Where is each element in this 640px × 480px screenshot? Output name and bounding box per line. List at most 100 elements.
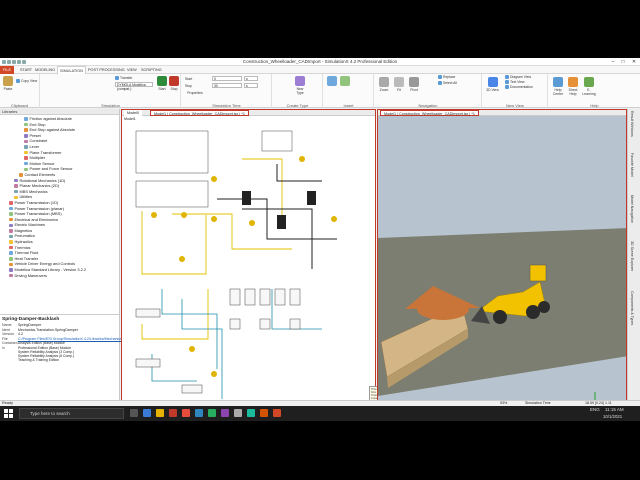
- mbs-block: [135, 180, 209, 208]
- pivot-button[interactable]: Pivot: [408, 77, 420, 92]
- minimize-button[interactable]: –: [608, 58, 618, 66]
- paste-icon: [3, 76, 13, 86]
- tab-post-processing[interactable]: POST PROCESSING: [86, 66, 127, 74]
- copy-view-button[interactable]: Copy View: [16, 79, 37, 84]
- app-icon[interactable]: [208, 409, 216, 417]
- help-center-button[interactable]: Help Center: [551, 77, 565, 96]
- start-unit-select[interactable]: s: [244, 76, 258, 81]
- hydraulic-lines: [151, 289, 322, 399]
- valve-blocks: [135, 288, 301, 394]
- start-time-label: Start: [185, 77, 193, 81]
- title-bar: Construction_Wheelloader_CADImport - Sim…: [0, 58, 640, 66]
- properties-button[interactable]: Properties: [186, 91, 204, 95]
- 3d-view-button[interactable]: 3D View: [486, 77, 499, 92]
- right-side-panels: Result Windows Favorite Model Model Navi…: [627, 109, 640, 413]
- direct-help-button[interactable]: Direct Help: [566, 77, 580, 96]
- tab-result-windows[interactable]: Result Windows: [630, 111, 634, 137]
- file-explorer-icon[interactable]: [156, 409, 164, 417]
- diagram-icon: [505, 75, 509, 80]
- diagram-view-button[interactable]: Diagram View: [505, 75, 531, 80]
- doc-tab-model0[interactable]: Model0: [124, 110, 143, 116]
- start-button[interactable]: Start: [156, 76, 168, 91]
- library-item-icon: [9, 201, 13, 205]
- library-item-icon: [14, 184, 18, 188]
- close-button[interactable]: ✕: [629, 58, 639, 66]
- insert-group: Insert: [324, 74, 374, 108]
- ribbon: Paste Copy View Clipboard Transfer DYMOL…: [0, 74, 640, 108]
- tab-scripting[interactable]: SCRIPTING: [139, 66, 164, 74]
- help-icon: [553, 77, 563, 87]
- tab-view[interactable]: VIEW: [125, 66, 139, 74]
- select-all-button[interactable]: Select All: [438, 81, 457, 86]
- transfer-button[interactable]: Transfer: [115, 76, 133, 81]
- text-view-button[interactable]: Text View: [505, 80, 524, 85]
- library-item-icon: [9, 268, 13, 272]
- tab-3d-scene-explorer[interactable]: 3D Scene Explorer: [630, 241, 634, 271]
- start-time-input[interactable]: 0: [212, 76, 242, 81]
- documentation-button[interactable]: Documentation: [505, 85, 533, 90]
- app-icon[interactable]: [234, 409, 242, 417]
- insert-button-2[interactable]: [340, 76, 350, 87]
- direct-help-icon: [568, 77, 578, 87]
- app-icon[interactable]: [195, 409, 203, 417]
- library-item-icon: [9, 262, 13, 267]
- stop-unit-select[interactable]: s: [244, 83, 258, 88]
- paste-button[interactable]: Paste: [2, 76, 14, 91]
- replace-button[interactable]: Replace: [438, 75, 455, 80]
- zoom-button[interactable]: Zoom: [378, 77, 390, 92]
- elearning-button[interactable]: E-Learning: [581, 77, 597, 96]
- sensor-circles: [151, 156, 337, 377]
- taskbar-search-input[interactable]: Type here to search: [19, 408, 124, 419]
- new-type-button[interactable]: New Type: [293, 76, 307, 95]
- library-item-icon: [9, 212, 13, 216]
- tab-simulation[interactable]: SIMULATION: [57, 66, 86, 74]
- fit-icon: [394, 77, 404, 87]
- windows-start-icon[interactable]: [4, 409, 13, 418]
- library-item-icon: [9, 257, 13, 261]
- 3d-scene: [378, 116, 626, 412]
- tab-components-types[interactable]: Components & Types: [630, 291, 634, 325]
- library-tree-item[interactable]: Driving Maneuvers: [0, 273, 119, 279]
- library-item-icon: [9, 229, 13, 233]
- tab-start[interactable]: START: [18, 66, 34, 74]
- library-item-icon: [9, 206, 13, 211]
- format-select[interactable]: DYMOLA Modelica (compat.): [115, 82, 153, 91]
- library-item-icon: [24, 117, 28, 121]
- 3d-view[interactable]: Model1 | Construction_Wheelloader_CADImp…: [377, 109, 627, 413]
- maximize-button[interactable]: □: [618, 58, 628, 66]
- tab-file[interactable]: FILE: [0, 66, 14, 74]
- tab-modeling[interactable]: MODELING: [33, 66, 57, 74]
- play-icon: [157, 76, 167, 86]
- app-icon[interactable]: [169, 409, 177, 417]
- navigation-group: Replace Select All Zoom Fit Pivot Naviga…: [375, 74, 482, 108]
- simulationx-taskbar-icon[interactable]: [273, 409, 281, 417]
- library-item-icon: [24, 139, 28, 144]
- stop-button[interactable]: Stop: [168, 76, 180, 91]
- doc-tab-model1[interactable]: Model1 | Construction_Wheelloader_CADImp…: [150, 110, 249, 116]
- new-type-icon: [295, 76, 305, 86]
- window-title: Construction_Wheelloader_CADImport - Sim…: [242, 59, 398, 64]
- tab-model-navigation[interactable]: Model Navigation: [630, 195, 634, 223]
- stop-time-input[interactable]: 30: [212, 83, 242, 88]
- help-group: Help Center Direct Help E-Learning Help: [549, 74, 640, 108]
- app-icon[interactable]: [221, 409, 229, 417]
- insert-button-1[interactable]: [327, 76, 337, 87]
- library-item-icon: [24, 156, 28, 160]
- task-view-icon[interactable]: [130, 409, 138, 417]
- zoom-icon: [379, 77, 389, 87]
- simulation-time-group: Start 0 s Stop 30 s Properties Simulatio…: [182, 74, 272, 108]
- library-item-icon: [9, 223, 13, 227]
- library-item-icon: [14, 189, 18, 194]
- fit-button[interactable]: Fit: [393, 77, 405, 92]
- cube-icon: [487, 77, 498, 87]
- library-item-icon: [9, 273, 13, 278]
- app-icon[interactable]: [182, 409, 190, 417]
- app-icon[interactable]: [247, 409, 255, 417]
- insert-icon: [327, 76, 337, 86]
- app-icon[interactable]: [260, 409, 268, 417]
- tab-favorite-model[interactable]: Favorite Model: [630, 153, 634, 177]
- diagram-view[interactable]: Model0 Model1 | Construction_Wheelloader…: [121, 109, 464, 421]
- library-item-icon: [24, 150, 28, 155]
- library-item-icon: [14, 178, 18, 183]
- edge-icon[interactable]: [143, 409, 151, 417]
